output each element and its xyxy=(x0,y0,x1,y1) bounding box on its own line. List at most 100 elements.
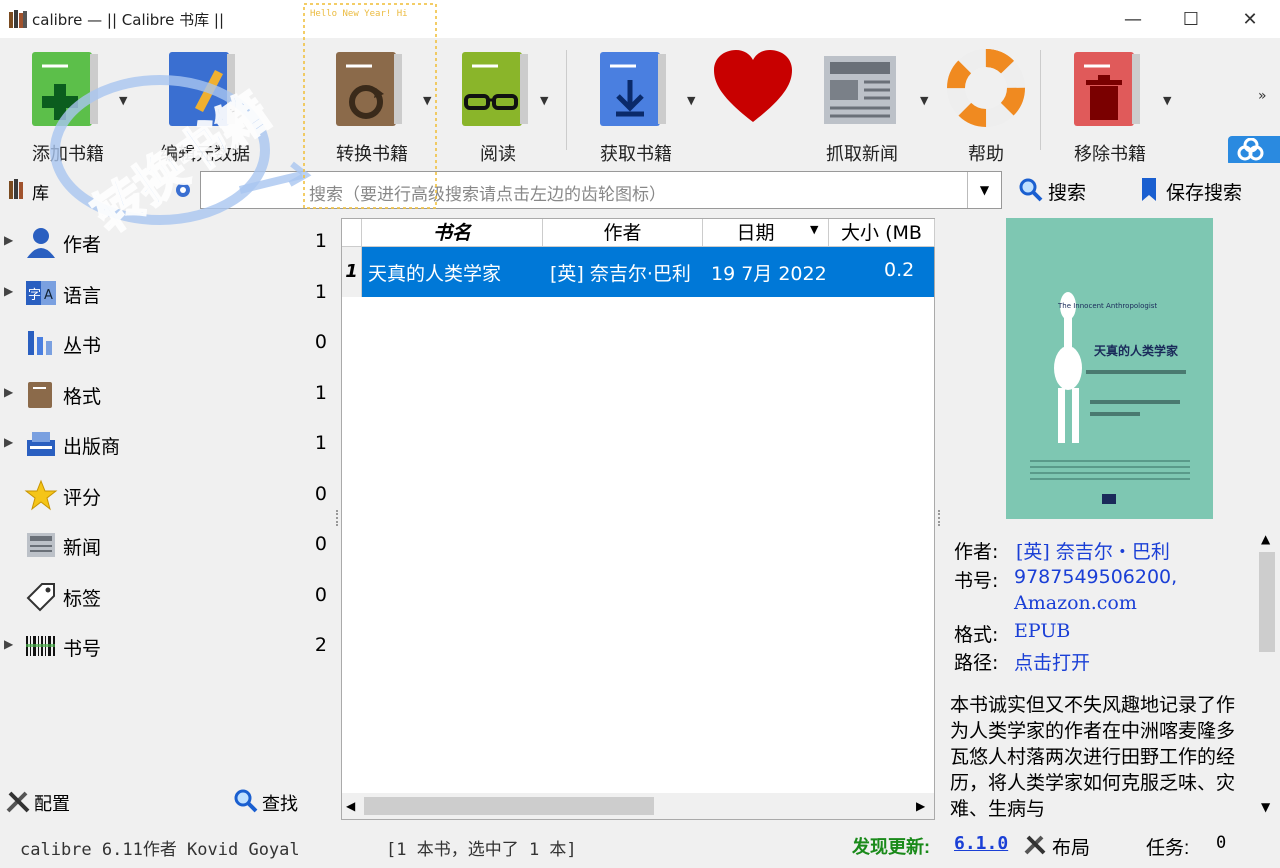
sticker-text: Hello New Year! Hi xyxy=(310,9,408,19)
add-books-dropdown[interactable]: ▼ xyxy=(119,94,127,107)
calibre-logo-icon xyxy=(9,10,27,28)
column-header-title[interactable]: 书名 xyxy=(362,219,543,247)
expand-arrow-icon[interactable]: ▶ xyxy=(4,284,13,298)
tag-category-count: 1 xyxy=(314,280,327,303)
help-button[interactable]: 帮助 xyxy=(946,48,1026,165)
scroll-down-arrow[interactable]: ▼ xyxy=(1261,800,1270,814)
splitter-handle[interactable] xyxy=(938,510,942,526)
book-cover[interactable]: The Innocent Anthropologist 天真的人类学家 xyxy=(1006,218,1213,519)
tag-category-8[interactable]: 标签 0 xyxy=(0,572,335,622)
sticker-overlay: Hello New Year! Hi xyxy=(303,3,437,209)
minimize-button[interactable]: — xyxy=(1104,0,1162,38)
close-button[interactable]: ✕ xyxy=(1221,0,1279,38)
tag-category-5[interactable]: ▶ 出版商 1 xyxy=(0,420,335,470)
library-icon xyxy=(9,179,23,199)
trash-book-icon xyxy=(1074,52,1140,126)
book-count-text: [1 本书，选中了 1 本] xyxy=(386,840,577,860)
heart-icon xyxy=(714,50,792,122)
cover-blurb xyxy=(1030,460,1190,480)
tag-category-1[interactable]: ▶ 作者 1 xyxy=(0,218,335,268)
layout-button[interactable]: 布局 xyxy=(1052,833,1090,860)
isbn-link[interactable]: 9787549506200, xyxy=(1014,566,1177,588)
author-link[interactable]: [英] 奈吉尔・巴利 xyxy=(1016,537,1170,564)
vertical-scrollbar[interactable]: ▲ ▼ xyxy=(1256,528,1278,820)
remove-books-dropdown[interactable]: ▼ xyxy=(1163,94,1171,107)
search-button[interactable]: 搜索 xyxy=(1048,178,1086,205)
scroll-up-arrow[interactable]: ▲ xyxy=(1261,532,1270,546)
bookmark-icon xyxy=(1142,178,1156,201)
find-button[interactable]: 查找 xyxy=(262,790,298,816)
search-history-dropdown[interactable]: ▼ xyxy=(967,172,1001,208)
language-icon: 字A xyxy=(24,277,58,309)
table-row[interactable]: 天真的人类学家 [英] 奈吉尔·巴利 19 7月 2022 0.2 xyxy=(362,247,934,297)
column-header-author[interactable]: 作者 xyxy=(543,219,703,247)
lifebuoy-icon xyxy=(947,49,1025,127)
path-link[interactable]: 点击打开 xyxy=(1014,648,1090,675)
row-number-header xyxy=(342,219,362,247)
view-dropdown[interactable]: ▼ xyxy=(540,94,548,107)
expand-arrow-icon[interactable]: ▶ xyxy=(4,233,13,247)
tag-browser-footer: 配置 查找 xyxy=(0,785,335,821)
tag-category-count: 2 xyxy=(314,634,327,656)
update-version-link[interactable]: 6.1.0 xyxy=(954,833,1008,854)
expand-arrow-icon[interactable]: ▶ xyxy=(4,637,13,651)
tag-category-7[interactable]: 新闻 0 xyxy=(0,521,335,571)
tag-category-count: 1 xyxy=(314,381,327,404)
tag-category-count: 0 xyxy=(314,482,327,505)
tag-category-name: 评分 xyxy=(63,486,102,509)
maximize-button[interactable]: ☐ xyxy=(1162,0,1220,38)
star-icon xyxy=(24,479,58,511)
cover-text-line xyxy=(1090,400,1180,404)
horizontal-scrollbar[interactable]: ◀ ▶ xyxy=(342,793,934,819)
publisher-icon xyxy=(24,428,58,460)
donate-button[interactable] xyxy=(712,48,794,132)
scroll-left-arrow[interactable]: ◀ xyxy=(346,799,355,813)
configure-button[interactable]: 配置 xyxy=(34,790,70,816)
scrollbar-thumb[interactable] xyxy=(1259,552,1275,652)
scrollbar-thumb[interactable] xyxy=(364,797,654,815)
splitter-handle[interactable] xyxy=(336,510,340,526)
tag-category-3[interactable]: 丛书 0 xyxy=(0,319,335,369)
window-title: calibre — || Calibre 书库 || xyxy=(32,11,225,29)
barcode-icon xyxy=(24,630,58,662)
update-label: 发现更新: xyxy=(852,837,930,857)
jobs-count[interactable]: 0 xyxy=(1216,833,1226,853)
tag-category-6[interactable]: 评分 0 xyxy=(0,471,335,521)
save-search-button[interactable]: 保存搜索 xyxy=(1166,178,1242,205)
format-link[interactable]: EPUB xyxy=(1014,620,1070,642)
tag-category-name: 丛书 xyxy=(63,335,102,357)
tag-category-9[interactable]: ▶ 书号 2 xyxy=(0,622,335,672)
tag-category-4[interactable]: ▶ 格式 1 xyxy=(0,370,335,420)
tag-category-name: 标签 xyxy=(63,587,102,610)
row-number[interactable]: 1 xyxy=(342,247,362,297)
cell-author: [英] 奈吉尔·巴利 xyxy=(550,263,691,285)
isbn-source-link[interactable]: Amazon.com xyxy=(1014,592,1137,614)
expand-arrow-icon[interactable]: ▶ xyxy=(4,385,13,399)
tools-icon xyxy=(6,791,30,813)
cover-title: 天真的人类学家 xyxy=(1094,344,1179,358)
publisher-logo-icon xyxy=(1102,494,1116,504)
author-label: 作者: xyxy=(954,541,999,563)
toolbar-overflow-button[interactable]: » xyxy=(1258,88,1274,108)
get-books-dropdown[interactable]: ▼ xyxy=(687,94,695,107)
column-header-size[interactable]: 大小 (MB xyxy=(829,219,935,247)
gear-icon[interactable] xyxy=(172,179,194,201)
library-label[interactable]: 库 xyxy=(32,179,49,204)
find-icon xyxy=(234,789,258,813)
fetch-news-dropdown[interactable]: ▼ xyxy=(920,94,928,107)
scroll-right-arrow[interactable]: ▶ xyxy=(916,799,925,813)
svg-text:A: A xyxy=(44,288,53,303)
series-icon xyxy=(24,327,58,359)
tag-category-2[interactable]: ▶ 字 A 语言 1 xyxy=(0,269,335,319)
tag-category-name: 作者 xyxy=(63,234,102,256)
cell-size: 0.2 xyxy=(884,259,915,281)
path-label: 路径: xyxy=(954,652,999,674)
expand-arrow-icon[interactable]: ▶ xyxy=(4,435,13,449)
isbn-label: 书号: xyxy=(954,570,999,592)
floating-assistant-icon[interactable] xyxy=(1228,136,1280,166)
toolbar-separator xyxy=(1040,50,1041,150)
add-book-icon xyxy=(32,52,98,126)
version-text: calibre 6.11作者 Kovid Goyal xyxy=(20,840,300,860)
status-bar: calibre 6.11作者 Kovid Goyal [1 本书，选中了 1 本… xyxy=(0,823,1280,868)
jobs-label[interactable]: 任务: xyxy=(1146,833,1189,860)
